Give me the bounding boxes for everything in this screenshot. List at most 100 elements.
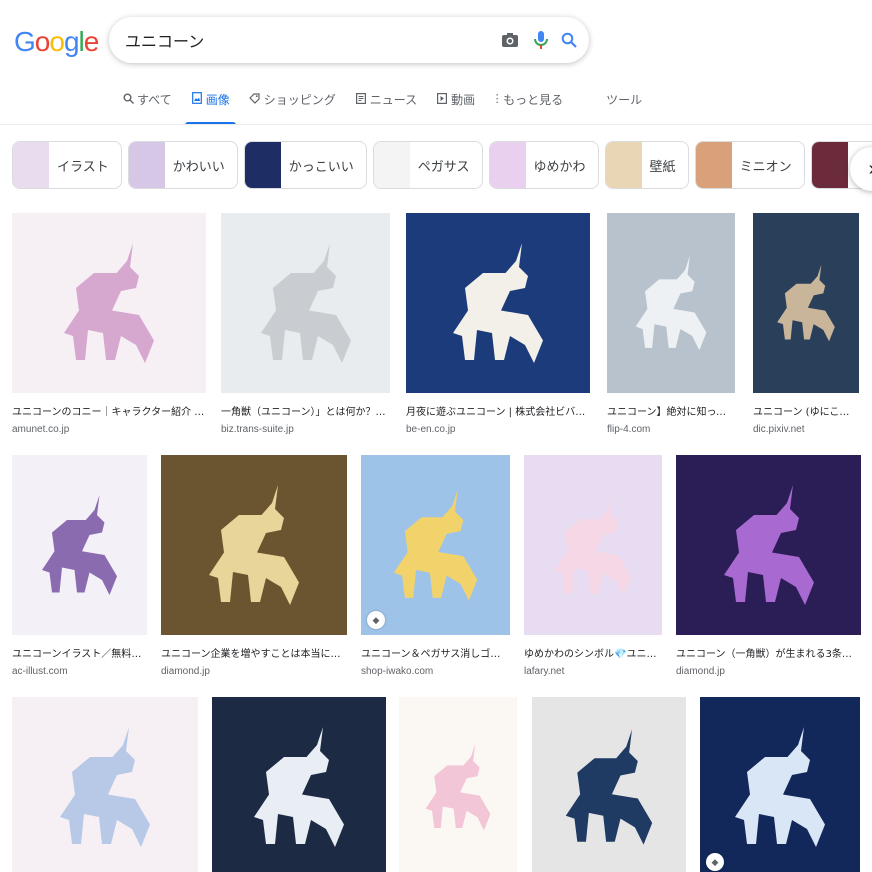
unicorn-icon — [64, 243, 154, 363]
related-chip[interactable]: ミニオン — [694, 141, 805, 189]
tab-more[interactable]: ⋮ もっと見る — [491, 91, 564, 125]
image-result[interactable]: ユニコーン企業を増やすことは本当に正しい... diamond.jp — [161, 455, 347, 677]
result-source: ac-illust.com — [12, 666, 68, 677]
related-chip[interactable]: 壁紙 — [604, 141, 689, 189]
result-title[interactable]: ユニコーン企業を増やすことは本当に正しい... — [161, 645, 347, 660]
search-tabs: すべて 画像 ショッピング ニュース 動画 ⋮ もっと見る ツール — [122, 91, 661, 125]
image-result[interactable]: 一角獣（ユニコーン）」とは何か？湧の... biz.trans-suite.jp — [221, 213, 390, 435]
chip-thumbnail — [695, 142, 732, 188]
more-vertical-icon: ⋮ — [491, 91, 503, 105]
unicorn-icon — [42, 495, 117, 595]
image-result[interactable] — [399, 697, 517, 872]
result-title[interactable]: ユニコーンのコニー｜キャラクター紹介 | 株式... — [12, 403, 206, 418]
result-title[interactable]: ユニコーン＆ペガサス消しゴム［60... — [361, 645, 510, 660]
result-thumbnail[interactable] — [532, 697, 686, 872]
tab-label: すべて — [137, 93, 172, 107]
image-result[interactable]: ユニコーンのコニー｜キャラクター紹介 | 株式... amunet.co.jp — [12, 213, 206, 435]
related-chip[interactable]: ペガサス — [372, 141, 483, 189]
result-thumbnail[interactable] — [406, 213, 590, 393]
unicorn-icon — [735, 727, 825, 847]
unicorn-icon — [209, 485, 299, 605]
image-result[interactable]: ユニコーン】絶対に知っておく... flip-4.com — [607, 213, 735, 435]
image-result[interactable]: ◆ — [700, 697, 860, 872]
result-title[interactable]: ゆめかわのシンボル💎ユニコー... — [524, 645, 662, 660]
google-logo[interactable]: Google — [14, 26, 99, 58]
search-icon[interactable] — [559, 30, 579, 50]
result-source: diamond.jp — [676, 666, 725, 677]
unicorn-icon — [393, 489, 478, 601]
result-thumbnail[interactable]: ◆ — [700, 697, 860, 872]
result-title[interactable]: ユニコーン（一角獣）が生まれる3条件 | 哲学... — [676, 645, 861, 660]
logo-letter: o — [34, 26, 51, 57]
tab-label: ショッピング — [263, 93, 336, 107]
tab-all[interactable]: すべて — [122, 91, 172, 125]
result-thumbnail[interactable] — [212, 697, 386, 872]
result-thumbnail[interactable] — [524, 455, 662, 635]
product-tag-icon: ◆ — [706, 853, 724, 871]
result-source: diamond.jp — [161, 666, 210, 677]
result-title[interactable]: ユニコーン】絶対に知っておく... — [607, 403, 735, 418]
result-source: amunet.co.jp — [12, 424, 70, 435]
result-source: biz.trans-suite.jp — [221, 424, 294, 435]
image-result[interactable] — [532, 697, 686, 872]
related-chip[interactable]: ゆめかわ — [488, 141, 599, 189]
image-result[interactable]: ゆめかわのシンボル💎ユニコー... lafary.net — [524, 455, 662, 677]
result-thumbnail[interactable]: ◆ — [361, 455, 510, 635]
unicorn-icon — [777, 264, 835, 342]
related-chip[interactable]: かわいい — [127, 141, 238, 189]
chip-label: かっこいい — [288, 159, 354, 175]
result-thumbnail[interactable] — [607, 213, 735, 393]
related-chip[interactable]: かっこいい — [243, 141, 367, 189]
chip-label: ミニオン — [739, 159, 792, 175]
chip-thumbnail — [13, 142, 49, 188]
result-thumbnail[interactable] — [12, 697, 198, 872]
chip-thumbnail — [128, 142, 165, 188]
result-thumbnail[interactable] — [399, 697, 517, 872]
tab-images[interactable]: 画像 — [184, 91, 236, 125]
image-result[interactable]: ユニコーン (ゆにこーん)... dic.pixiv.net — [753, 213, 859, 435]
result-title[interactable]: ユニコーンイラスト／無料イラ... — [12, 645, 147, 660]
image-result[interactable] — [212, 697, 386, 872]
result-thumbnail[interactable] — [676, 455, 861, 635]
chip-thumbnail — [605, 142, 642, 188]
result-title[interactable]: ユニコーン (ゆにこーん)... — [753, 403, 859, 418]
chip-label: ペガサス — [417, 159, 470, 175]
result-title[interactable]: 一角獣（ユニコーン）」とは何か？湧の... — [221, 403, 390, 418]
tab-label: ニュース — [369, 93, 418, 107]
result-source: lafary.net — [524, 666, 565, 677]
chip-label: 壁紙 — [649, 159, 676, 175]
result-thumbnail[interactable] — [221, 213, 390, 393]
result-thumbnail[interactable] — [12, 455, 147, 635]
result-source: flip-4.com — [607, 424, 651, 435]
image-result[interactable]: ◆ ユニコーン＆ペガサス消しゴム［60... shop-iwako.com — [361, 455, 510, 677]
unicorn-icon — [260, 243, 351, 363]
header-divider — [0, 124, 872, 125]
result-thumbnail[interactable] — [12, 213, 206, 393]
microphone-icon[interactable] — [531, 30, 551, 50]
search-input[interactable] — [125, 17, 495, 63]
image-result[interactable] — [12, 697, 198, 872]
related-chip[interactable]: イラスト — [12, 141, 122, 189]
result-source: be-en.co.jp — [406, 424, 456, 435]
result-title[interactable]: 月夜に遊ぶユニコーン | 株式会社ビバリー — [406, 403, 590, 418]
result-source: dic.pixiv.net — [753, 424, 805, 435]
tab-label: もっと見る — [503, 93, 564, 107]
chip-thumbnail — [373, 142, 410, 188]
logo-letter: g — [63, 26, 80, 57]
tab-video[interactable]: 動画 — [436, 91, 475, 125]
image-result[interactable]: 月夜に遊ぶユニコーン | 株式会社ビバリー be-en.co.jp — [406, 213, 590, 435]
unicorn-icon — [60, 727, 150, 847]
result-thumbnail[interactable] — [753, 213, 859, 393]
tools-button[interactable]: ツール — [606, 91, 642, 125]
camera-icon[interactable] — [500, 30, 520, 50]
result-thumbnail[interactable] — [161, 455, 347, 635]
chip-label: かわいい — [172, 159, 225, 175]
image-result[interactable]: ユニコーン（一角獣）が生まれる3条件 | 哲学... diamond.jp — [676, 455, 861, 677]
unicorn-icon — [723, 485, 814, 605]
image-result[interactable]: ユニコーンイラスト／無料イラ... ac-illust.com — [12, 455, 147, 677]
chevron-right-icon: › — [869, 158, 872, 181]
unicorn-icon — [453, 243, 543, 363]
tab-news[interactable]: ニュース — [355, 91, 417, 125]
tab-shopping[interactable]: ショッピング — [249, 91, 336, 125]
unicorn-icon — [425, 743, 491, 831]
